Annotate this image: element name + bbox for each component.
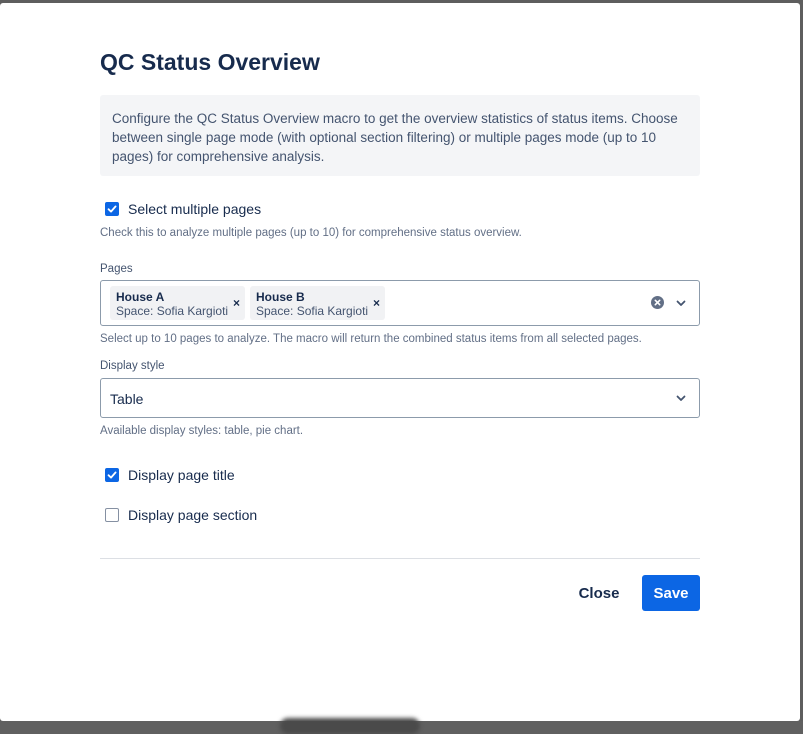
page-tag-title: House B	[256, 290, 305, 304]
save-button[interactable]: Save	[642, 575, 700, 611]
display-style-help: Available display styles: table, pie cha…	[100, 425, 304, 437]
close-button[interactable]: Close	[568, 576, 630, 611]
footer-divider	[100, 558, 700, 559]
display-style-label: Display style	[100, 360, 165, 372]
remove-tag-icon[interactable]: ×	[373, 297, 380, 309]
display-style-select[interactable]: Table	[100, 378, 700, 418]
select-multiple-pages-help: Check this to analyze multiple pages (up…	[100, 227, 522, 239]
clear-selection-icon[interactable]	[651, 296, 664, 309]
info-panel: Configure the QC Status Overview macro t…	[100, 95, 700, 176]
display-page-title-checkbox[interactable]	[105, 468, 119, 482]
display-style-value: Table	[110, 391, 144, 407]
display-page-section-checkbox-row[interactable]: Display page section	[105, 507, 257, 523]
checkmark-icon	[107, 471, 117, 479]
page-tag-title: House A	[116, 290, 165, 304]
page-tag-space: Space: Sofia Kargioti	[256, 304, 369, 318]
qc-status-dialog: QC Status Overview Configure the QC Stat…	[0, 3, 800, 721]
pages-label: Pages	[100, 263, 133, 275]
chevron-down-icon[interactable]	[675, 297, 687, 309]
checkmark-icon	[107, 205, 117, 213]
remove-tag-icon[interactable]: ×	[233, 297, 240, 309]
backdrop-shadow	[280, 718, 420, 734]
chevron-down-icon	[676, 395, 686, 401]
select-multiple-pages-checkbox[interactable]	[105, 202, 119, 216]
display-page-section-checkbox[interactable]	[105, 508, 119, 522]
display-page-title-label: Display page title	[128, 467, 235, 483]
page-tag-house-b: House B Space: Sofia Kargioti ×	[250, 286, 385, 320]
display-page-section-label: Display page section	[128, 507, 258, 523]
dialog-title: QC Status Overview	[100, 49, 320, 75]
display-page-title-checkbox-row[interactable]: Display page title	[105, 467, 235, 483]
pages-help: Select up to 10 pages to analyze. The ma…	[100, 333, 642, 345]
select-multiple-pages-label: Select multiple pages	[128, 201, 262, 217]
page-tag-house-a: House A Space: Sofia Kargioti ×	[110, 286, 245, 320]
select-multiple-pages-checkbox-row[interactable]: Select multiple pages	[105, 201, 261, 217]
pages-multiselect[interactable]: House A Space: Sofia Kargioti × House B …	[100, 280, 700, 326]
page-tag-space: Space: Sofia Kargioti	[116, 304, 229, 318]
